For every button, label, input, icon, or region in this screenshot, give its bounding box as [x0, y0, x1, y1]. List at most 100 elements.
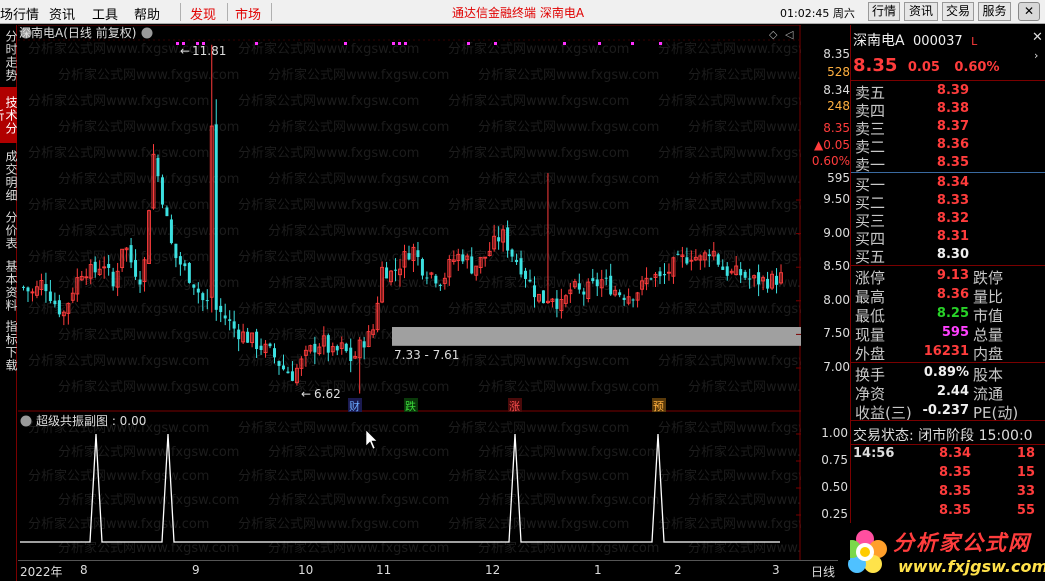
tick-volume: 18 — [1016, 446, 1035, 461]
watermark-text: 分析家公式网www.fxgsw.com — [658, 93, 801, 109]
collapse-icon[interactable]: ◁ — [785, 28, 794, 41]
kline-chart[interactable]: 分析家公式网www.fxgsw.com 分析家公式网www.fxgsw.com 分析… — [18, 24, 869, 413]
watermark-text: 分析家公式网www.fxgsw.com — [268, 223, 449, 239]
event-mark[interactable]: 财 — [349, 399, 360, 413]
tab-deals[interactable]: 成交明细 — [0, 147, 18, 205]
quote-panel: 深南电A 000037 L ✕ › 8.35 0.05 0.60% 交易状态: … — [850, 25, 1045, 581]
ask-row[interactable]: 卖五 8.39 — [853, 82, 1043, 102]
svg-text:←: ← — [180, 44, 190, 58]
bid-row[interactable]: 买三 8.32 — [853, 210, 1043, 230]
watermark-text: 分析家公式网www.fxgsw.com — [58, 492, 239, 508]
tick-row: 8.35 55 — [853, 503, 1043, 522]
price-change: 0.05 — [907, 60, 940, 75]
sub-indicator-chart[interactable]: 分析家公式网www.fxgsw.com 分析家公式网www.fxgsw.com 分析… — [18, 412, 869, 560]
signal-dot — [255, 42, 258, 45]
expand-icon[interactable]: › — [1034, 49, 1038, 62]
ask-row[interactable]: 卖一 8.35 — [853, 154, 1043, 174]
event-mark[interactable]: 跌 — [405, 399, 416, 413]
ask-row-value: 8.35 — [936, 155, 969, 170]
close-icon[interactable]: ✕ — [1018, 2, 1040, 21]
x-label: 2 — [674, 563, 682, 577]
annotation-high: 11.81 — [192, 44, 226, 58]
stat-row-label: 外盘 — [855, 345, 886, 363]
ask-row[interactable]: 卖四 8.38 — [853, 100, 1043, 120]
fin-row[interactable]: 换手 0.89% 股本 — [853, 364, 1043, 384]
event-mark[interactable]: 涨 — [509, 400, 520, 413]
tab-discover[interactable]: 发现 — [190, 4, 216, 23]
ask-row-value: 8.38 — [936, 101, 969, 116]
bid-row[interactable]: 买五 8.30 — [853, 246, 1043, 266]
stat-row[interactable]: 外盘 16231 内盘 — [853, 343, 1043, 363]
tab-intraday[interactable]: 分时走势 — [0, 27, 18, 85]
btn-service[interactable]: 服务 — [978, 2, 1011, 21]
watermark-text: 分析家公式网www.fxgsw.com — [688, 223, 801, 239]
candle-body — [649, 278, 653, 280]
signal-dot — [344, 42, 347, 45]
candle-body — [685, 257, 689, 264]
stat-row[interactable]: 涨停 9.13 跌停 — [853, 267, 1043, 287]
stat-row[interactable]: 现量 595 总量 — [853, 324, 1043, 344]
watermark-text: 分析家公式网www.fxgsw.com — [658, 301, 801, 317]
menu-help[interactable]: 帮助 — [134, 4, 160, 23]
tab-indicator-download[interactable]: 指标下载 — [0, 317, 18, 375]
candle-body — [228, 319, 232, 321]
bid-row-value: 8.32 — [936, 211, 969, 226]
watermark-text: 分析家公式网www.fxgsw.com — [478, 275, 659, 291]
btn-trade[interactable]: 交易 — [942, 2, 974, 21]
candle-body — [604, 277, 608, 279]
candle-body — [497, 237, 501, 242]
clock: 01:02:45 周六 — [780, 7, 855, 20]
diamond-icon[interactable]: ◇ — [769, 28, 778, 41]
watermark-text: 分析家公式网www.fxgsw.com — [448, 301, 629, 317]
watermark-text: 分析家公式网www.fxgsw.com — [478, 492, 659, 508]
y-label: 8.00 — [823, 292, 850, 307]
watermark-logo: 分析家公式网 www.fxjgsw.com — [838, 523, 1045, 581]
bid-row[interactable]: 买二 8.33 — [853, 192, 1043, 212]
tick-price: 8.35 — [939, 484, 972, 499]
candle-body — [407, 253, 411, 260]
x-label: 12 — [485, 563, 501, 577]
watermark-text: 分析家公式网www.fxgsw.com — [658, 249, 801, 265]
ask-row[interactable]: 卖二 8.36 — [853, 136, 1043, 156]
stat-row[interactable]: 最高 8.36 量比 — [853, 286, 1043, 306]
candle-body — [183, 263, 187, 267]
tab-fundamentals[interactable]: 基本资料 — [0, 257, 18, 315]
candle-body — [595, 279, 599, 287]
menu-news[interactable]: 资讯 — [49, 4, 75, 23]
bid-row[interactable]: 买一 8.34 — [853, 174, 1043, 194]
candle-body — [165, 207, 169, 217]
bid-row[interactable]: 买四 8.31 — [853, 228, 1043, 248]
watermark-text: 分析家公式网www.fxgsw.com — [448, 249, 629, 265]
fin-row-right-label: PE(动) — [973, 404, 1019, 422]
btn-info[interactable]: 资讯 — [904, 2, 938, 21]
bid-row-value: 8.30 — [936, 247, 969, 262]
stat-row[interactable]: 最低 8.25 市值 — [853, 305, 1043, 325]
candle-body — [273, 348, 277, 358]
tab-market[interactable]: 市场 — [235, 4, 261, 23]
fin-row[interactable]: 净资 2.44 流通 — [853, 383, 1043, 403]
menu-tools[interactable]: 工具 — [92, 4, 118, 23]
candle-body — [582, 291, 586, 295]
watermark-text: 分析家公式网www.fxgsw.com — [688, 379, 801, 395]
chevron-down-icon[interactable] — [20, 415, 32, 427]
btn-quotes[interactable]: 行情 — [868, 2, 900, 21]
ask-row[interactable]: 卖三 8.37 — [853, 118, 1043, 138]
tab-price-table[interactable]: 分价表 — [0, 207, 18, 253]
fin-row[interactable]: 收益(三) -0.237 PE(动) — [853, 402, 1043, 422]
stat-row-value: 9.13 — [936, 268, 969, 283]
bid-row-value: 8.33 — [936, 193, 969, 208]
price-axis: 8.35 528 8.34 248 8.35 ▲0.05 0.60% 595 7.00 7.50 8… — [801, 25, 850, 412]
x-label: 9 — [192, 563, 200, 577]
ask-row-label: 卖一 — [855, 156, 886, 174]
fin-row-right-label: 流通 — [973, 385, 1004, 403]
ask-row-value: 8.37 — [936, 119, 969, 134]
candle-body — [196, 288, 200, 293]
chevron-down-icon[interactable] — [141, 27, 153, 39]
menu-market[interactable]: 场行情 — [0, 4, 39, 23]
annotation-range: 7.33 - 7.61 — [394, 348, 459, 362]
close-icon[interactable]: ✕ — [1032, 30, 1043, 45]
event-mark[interactable]: 预 — [653, 400, 664, 413]
tick-volume: 33 — [1016, 484, 1035, 499]
stat-row-label: 最低 — [855, 307, 886, 325]
tab-technical[interactable]: 技术分析 — [0, 87, 18, 143]
